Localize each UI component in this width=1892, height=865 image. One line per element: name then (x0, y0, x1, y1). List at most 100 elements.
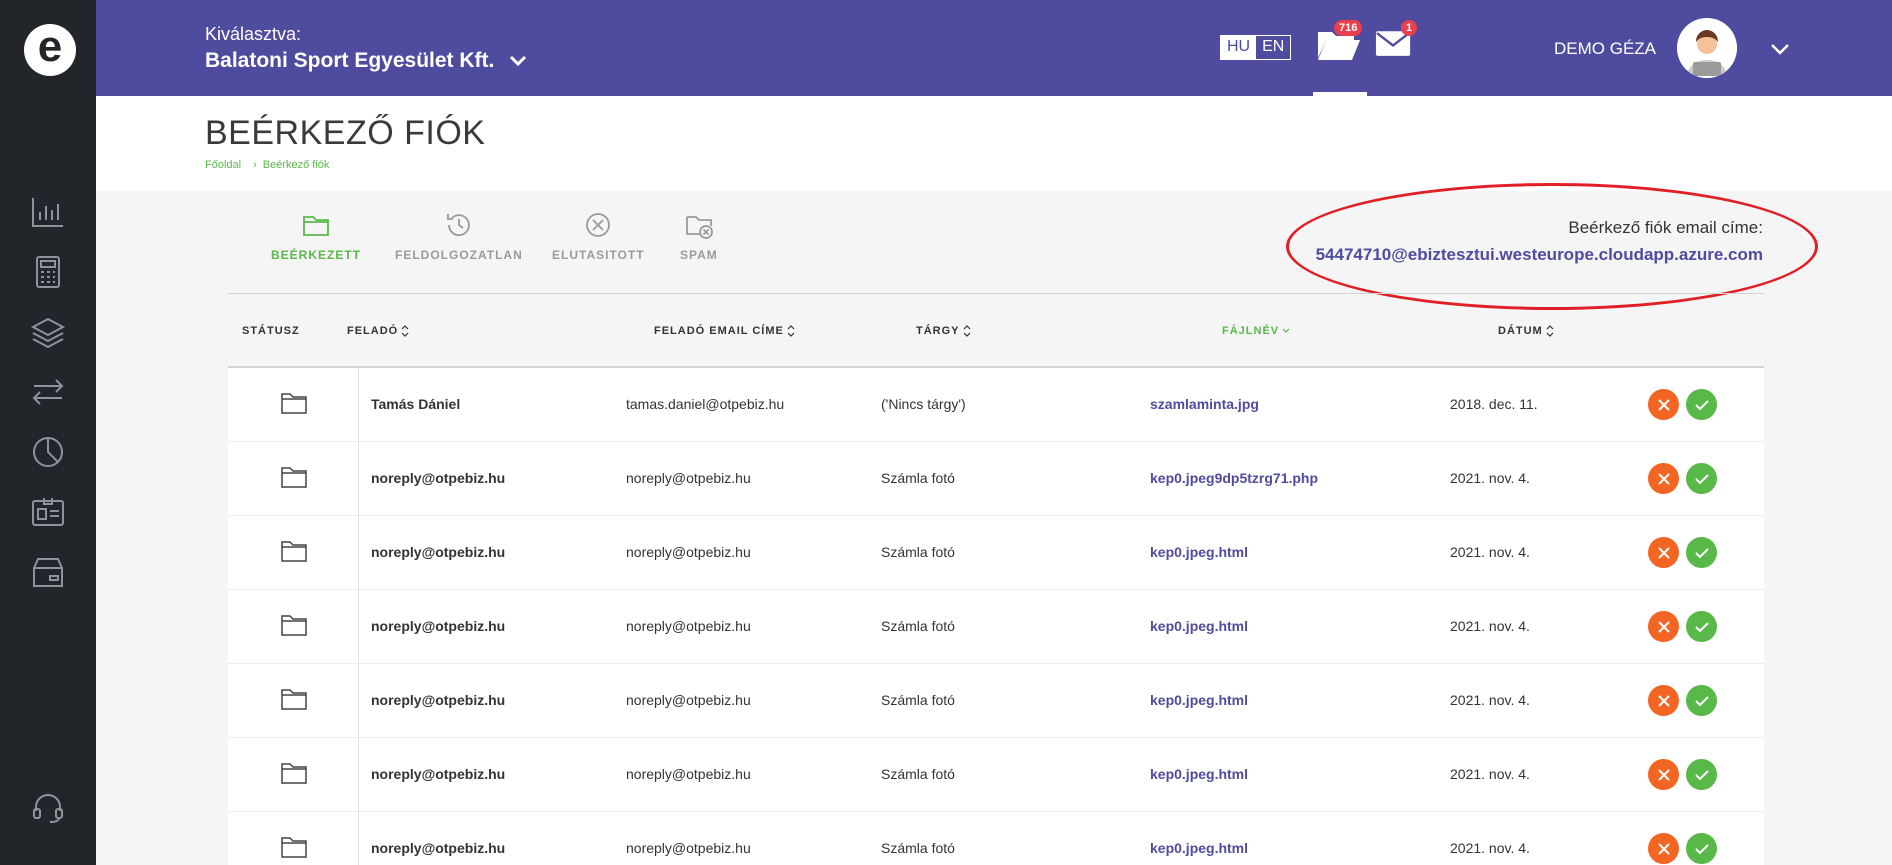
column-header-sender[interactable]: FELADÓ (347, 325, 409, 337)
reject-button[interactable] (1648, 611, 1679, 642)
tab-elutasitott[interactable]: ELUTASITOTT (552, 210, 645, 262)
date: 2021. nov. 4. (1450, 692, 1530, 708)
sender-email: noreply@otpebiz.hu (626, 766, 751, 782)
table-row[interactable]: noreply@otpebiz.hu noreply@otpebiz.hu Sz… (228, 442, 1764, 516)
sender-name: noreply@otpebiz.hu (371, 766, 506, 782)
reject-button[interactable] (1648, 537, 1679, 568)
table-row[interactable]: noreply@otpebiz.hu noreply@otpebiz.hu Sz… (228, 664, 1764, 738)
file-link[interactable]: kep0.jpeg.html (1150, 692, 1248, 708)
tab-label: SPAM (680, 248, 718, 262)
table-row[interactable]: noreply@otpebiz.hu noreply@otpebiz.hu Sz… (228, 812, 1764, 865)
subject: Számla fotó (881, 544, 955, 560)
sender-email: noreply@otpebiz.hu (626, 692, 751, 708)
subject: Számla fotó (881, 470, 955, 486)
close-icon (1657, 694, 1670, 707)
reject-button[interactable] (1648, 685, 1679, 716)
folder-x-icon (684, 210, 714, 240)
check-icon (1694, 695, 1709, 706)
language-switch: HU EN (1220, 35, 1292, 60)
chart-icon[interactable] (30, 194, 66, 230)
sender-email: noreply@otpebiz.hu (626, 618, 751, 634)
accept-button[interactable] (1686, 463, 1717, 494)
folder-badge: 716 (1334, 20, 1363, 36)
file-link[interactable]: kep0.jpeg9dp5tzrg71.php (1150, 470, 1318, 486)
tab-beerkezett[interactable]: BEÉRKEZETT (271, 210, 361, 262)
top-bar: Kiválasztva: Balatoni Sport Egyesület Kf… (96, 0, 1892, 96)
folder-icon (280, 835, 308, 859)
table-row[interactable]: noreply@otpebiz.hu noreply@otpebiz.hu Sz… (228, 516, 1764, 590)
subject: Számla fotó (881, 766, 955, 782)
mail-button[interactable]: 1 (1375, 20, 1418, 62)
table-row[interactable]: Tamás Dániel tamas.daniel@otpebiz.hu ('N… (228, 368, 1764, 442)
reject-button[interactable] (1648, 833, 1679, 864)
check-icon (1694, 769, 1709, 780)
file-link[interactable]: kep0.jpeg.html (1150, 840, 1248, 856)
transfer-icon[interactable] (30, 374, 66, 410)
sender-name: noreply@otpebiz.hu (371, 618, 506, 634)
lang-en-button[interactable]: EN (1256, 36, 1290, 59)
accept-button[interactable] (1686, 833, 1717, 864)
column-header-subject[interactable]: TÁRGY (916, 325, 971, 337)
mail-badge: 1 (1401, 20, 1418, 36)
file-link[interactable]: kep0.jpeg.html (1150, 766, 1248, 782)
table-row[interactable]: noreply@otpebiz.hu noreply@otpebiz.hu Sz… (228, 590, 1764, 664)
folder-icon (280, 465, 308, 489)
accept-button[interactable] (1686, 759, 1717, 790)
sender-name: Tamás Dániel (371, 396, 461, 412)
inbox-table: Tamás Dániel tamas.daniel@otpebiz.hu ('N… (228, 368, 1764, 865)
file-link[interactable]: kep0.jpeg.html (1150, 544, 1248, 560)
layers-icon[interactable] (30, 314, 66, 350)
company-selector[interactable]: Balatoni Sport Egyesület Kft. (205, 49, 528, 73)
sort-icon (787, 325, 795, 337)
app-logo[interactable]: e (24, 24, 76, 76)
page-header: BEÉRKEZŐ FIÓK Főoldal › Beérkező fiók (96, 96, 1892, 191)
tab-label: FELDOLGOZATLAN (395, 248, 523, 262)
reject-button[interactable] (1648, 389, 1679, 420)
sender-name: noreply@otpebiz.hu (371, 840, 506, 856)
file-link[interactable]: szamlaminta.jpg (1150, 396, 1259, 412)
headset-icon[interactable] (30, 789, 66, 825)
reject-button[interactable] (1648, 463, 1679, 494)
user-name[interactable]: DEMO GÉZA (1554, 39, 1656, 59)
column-header-date[interactable]: DÁTUM (1498, 325, 1554, 337)
tab-label: BEÉRKEZETT (271, 248, 362, 262)
column-header-sender-email[interactable]: FELADÓ EMAIL CÍME (654, 325, 795, 337)
calculator-icon[interactable] (30, 254, 66, 290)
avatar[interactable] (1677, 18, 1737, 78)
tab-spam[interactable]: SPAM (680, 210, 718, 262)
archive-box-icon[interactable] (30, 554, 66, 590)
page-title: BEÉRKEZŐ FIÓK (205, 114, 486, 152)
date: 2021. nov. 4. (1450, 840, 1530, 856)
divider (228, 293, 1764, 294)
reject-button[interactable] (1648, 759, 1679, 790)
accept-button[interactable] (1686, 389, 1717, 420)
accept-button[interactable] (1686, 685, 1717, 716)
chevron-down-icon (508, 54, 528, 68)
accept-button[interactable] (1686, 611, 1717, 642)
folder-button[interactable]: 716 (1316, 20, 1363, 66)
pie-chart-icon[interactable] (30, 434, 66, 470)
subject: Számla fotó (881, 840, 955, 856)
subject: Számla fotó (881, 618, 955, 634)
file-link[interactable]: kep0.jpeg.html (1150, 618, 1248, 634)
close-icon (1657, 768, 1670, 781)
subject: Számla fotó (881, 692, 955, 708)
column-header-filename[interactable]: FÁJLNÉV (1222, 325, 1290, 337)
tab-feldolgozatlan[interactable]: FELDOLGOZATLAN (395, 210, 523, 262)
id-card-icon[interactable] (30, 494, 66, 530)
lang-hu-button[interactable]: HU (1221, 36, 1257, 59)
table-row[interactable]: noreply@otpebiz.hu noreply@otpebiz.hu Sz… (228, 738, 1764, 812)
close-icon (1657, 546, 1670, 559)
folder-icon (280, 687, 308, 711)
folder-icon (280, 613, 308, 637)
breadcrumb-home-link[interactable]: Főoldal (205, 159, 241, 171)
selected-label: Kiválasztva: (205, 24, 302, 44)
sender-email: tamas.daniel@otpebiz.hu (626, 396, 785, 412)
sender-email: noreply@otpebiz.hu (626, 544, 751, 560)
subject: ('Nincs tárgy') (881, 396, 966, 412)
close-icon (1657, 620, 1670, 633)
date: 2021. nov. 4. (1450, 470, 1530, 486)
user-menu-chevron-icon[interactable] (1770, 42, 1790, 61)
accept-button[interactable] (1686, 537, 1717, 568)
sort-icon (401, 325, 409, 337)
